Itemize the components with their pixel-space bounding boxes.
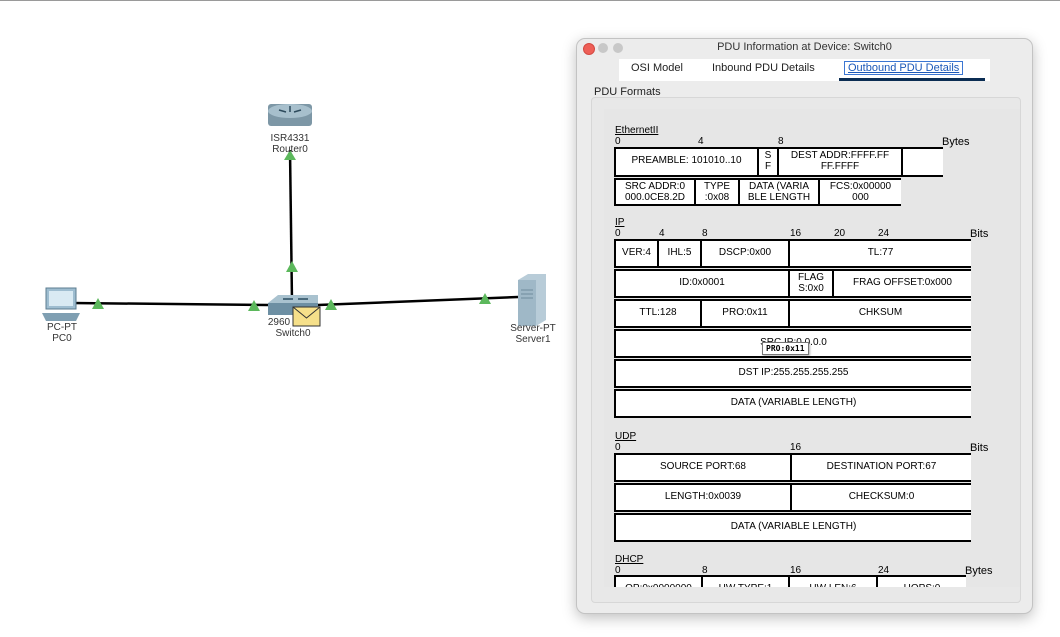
field-sfd[interactable]: S F bbox=[759, 149, 779, 175]
ruler-mark: 0 bbox=[615, 442, 621, 453]
device-name-label: Router0 bbox=[272, 144, 308, 155]
field-ihl[interactable]: IHL:5 bbox=[659, 241, 702, 266]
unit-label: Bytes bbox=[965, 565, 993, 577]
topology-canvas[interactable]: ISR4331 Router0 2960 Switch0 PC-PT PC0 S… bbox=[0, 0, 570, 637]
field-frag-offset[interactable]: FRAG OFFSET:0x000 bbox=[834, 271, 971, 296]
device-name-label: Switch0 bbox=[275, 328, 311, 339]
pc-icon[interactable] bbox=[42, 287, 80, 321]
field-hw-len[interactable]: HW LEN:6 bbox=[790, 577, 878, 587]
pdu-scroll-area[interactable]: EthernetII 0 4 8 Bytes PREAMBLE: 101010.… bbox=[604, 109, 1020, 587]
field-source-port[interactable]: SOURCE PORT:68 bbox=[616, 455, 792, 480]
field-ip-data[interactable]: DATA (VARIABLE LENGTH) bbox=[616, 391, 971, 416]
field-ver[interactable]: VER:4 bbox=[616, 241, 659, 266]
ruler-mark: 0 bbox=[615, 228, 621, 239]
field-hw-type[interactable]: HW TYPE:1 bbox=[703, 577, 790, 587]
udp-row: LENGTH:0x0039 CHECKSUM:0 bbox=[614, 483, 971, 512]
field-total-length[interactable]: TL:77 bbox=[790, 241, 971, 266]
tab-outbound-pdu-details[interactable]: Outbound PDU Details bbox=[844, 61, 964, 75]
field-dst-ip[interactable]: DST IP:255.255.255.255 bbox=[616, 361, 971, 386]
field-dscp[interactable]: DSCP:0x00 bbox=[702, 241, 790, 266]
field-checksum[interactable]: CHKSUM bbox=[790, 301, 971, 326]
device-model-label: 2960 bbox=[267, 317, 291, 328]
ip-row: DST IP:255.255.255.255 bbox=[614, 359, 971, 388]
device-model-label: ISR4331 bbox=[270, 133, 310, 144]
section-title-dhcp: DHCP bbox=[615, 554, 644, 565]
field-identification[interactable]: ID:0x0001 bbox=[616, 271, 790, 296]
field-op[interactable]: OP:0x0000000 bbox=[616, 577, 703, 587]
field-destination-port[interactable]: DESTINATION PORT:67 bbox=[792, 455, 971, 480]
link-status-up-icon bbox=[286, 261, 298, 272]
dhcp-row: OP:0x0000000 HW TYPE:1 HW LEN:6 HOPS:0 bbox=[614, 575, 966, 587]
tab-osi-model[interactable]: OSI Model bbox=[631, 62, 683, 74]
field-hops[interactable]: HOPS:0 bbox=[878, 577, 966, 587]
device-name-label: Server1 bbox=[515, 334, 551, 345]
ip-row: VER:4 IHL:5 DSCP:0x00 TL:77 bbox=[614, 239, 971, 268]
field-fcs[interactable]: FCS:0x00000 000 bbox=[820, 180, 901, 204]
pdu-formats-panel: EthernetII 0 4 8 Bytes PREAMBLE: 101010.… bbox=[591, 97, 1021, 603]
unit-label: Bits bbox=[970, 228, 989, 240]
field-ttl[interactable]: TTL:128 bbox=[616, 301, 702, 326]
udp-row: SOURCE PORT:68 DESTINATION PORT:67 bbox=[614, 453, 971, 482]
field-udp-length[interactable]: LENGTH:0x0039 bbox=[616, 485, 792, 510]
pdu-envelope-icon[interactable] bbox=[292, 306, 321, 327]
unit-label: Bytes bbox=[942, 136, 970, 148]
ethernet-row: PREAMBLE: 101010..10 S F DEST ADDR:FFFF.… bbox=[614, 147, 943, 177]
unit-label: Bits bbox=[970, 442, 989, 454]
field-udp-checksum[interactable]: CHECKSUM:0 bbox=[792, 485, 971, 510]
device-model-label: PC-PT bbox=[47, 322, 77, 333]
field-protocol[interactable]: PRO:0x11 bbox=[702, 301, 790, 326]
ruler-mark: 24 bbox=[878, 228, 890, 239]
udp-row: DATA (VARIABLE LENGTH) bbox=[614, 513, 971, 542]
ruler-mark: 20 bbox=[834, 228, 846, 239]
ip-row: ID:0x0001 FLAG S:0x0 FRAG OFFSET:0x000 bbox=[614, 269, 971, 298]
field-udp-data[interactable]: DATA (VARIABLE LENGTH) bbox=[616, 515, 971, 540]
window-title: PDU Information at Device: Switch0 bbox=[717, 41, 892, 53]
ruler-mark: 8 bbox=[778, 136, 784, 147]
ruler-mark: 8 bbox=[702, 228, 708, 239]
field-preamble[interactable]: PREAMBLE: 101010..10 bbox=[616, 149, 759, 175]
field-src-addr[interactable]: SRC ADDR:0 000.0CE8.2D bbox=[616, 180, 696, 204]
section-title-udp: UDP bbox=[615, 431, 637, 442]
device-model-label: Server-PT bbox=[510, 323, 556, 334]
ip-row: TTL:128 PRO:0x11 CHKSUM bbox=[614, 299, 971, 328]
ethernet-row: SRC ADDR:0 000.0CE8.2D TYPE :0x08 DATA (… bbox=[614, 178, 901, 206]
ruler-mark: 16 bbox=[790, 442, 802, 453]
ruler-mark: 4 bbox=[659, 228, 665, 239]
section-title-ethernet: EthernetII bbox=[615, 125, 659, 136]
field-dest-addr[interactable]: DEST ADDR:FFFF.FF FF.FFFF bbox=[779, 149, 903, 175]
tab-bar: OSI Model Inbound PDU Details Outbound P… bbox=[619, 59, 990, 81]
field-tooltip: PRO:0x11 bbox=[762, 342, 809, 355]
section-title-ip: IP bbox=[615, 217, 625, 228]
window-titlebar[interactable]: PDU Information at Device: Switch0 bbox=[577, 39, 1032, 57]
field-type[interactable]: TYPE :0x08 bbox=[696, 180, 740, 204]
ruler-mark: 16 bbox=[790, 228, 802, 239]
ip-row: DATA (VARIABLE LENGTH) bbox=[614, 389, 971, 418]
device-name-label: PC0 bbox=[52, 333, 72, 344]
ruler-mark: 0 bbox=[615, 136, 621, 147]
tab-inbound-pdu-details[interactable]: Inbound PDU Details bbox=[712, 62, 815, 74]
active-tab-indicator bbox=[839, 78, 985, 81]
ruler-mark: 4 bbox=[698, 136, 704, 147]
link-router-switch[interactable] bbox=[288, 149, 294, 303]
pdu-info-window: PDU Information at Device: Switch0 OSI M… bbox=[576, 38, 1033, 614]
field-data[interactable]: DATA (VARIA BLE LENGTH bbox=[740, 180, 820, 204]
router-icon[interactable] bbox=[268, 104, 312, 126]
field-blank bbox=[903, 149, 943, 175]
field-flags[interactable]: FLAG S:0x0 bbox=[790, 271, 834, 296]
server-icon[interactable] bbox=[518, 274, 546, 326]
